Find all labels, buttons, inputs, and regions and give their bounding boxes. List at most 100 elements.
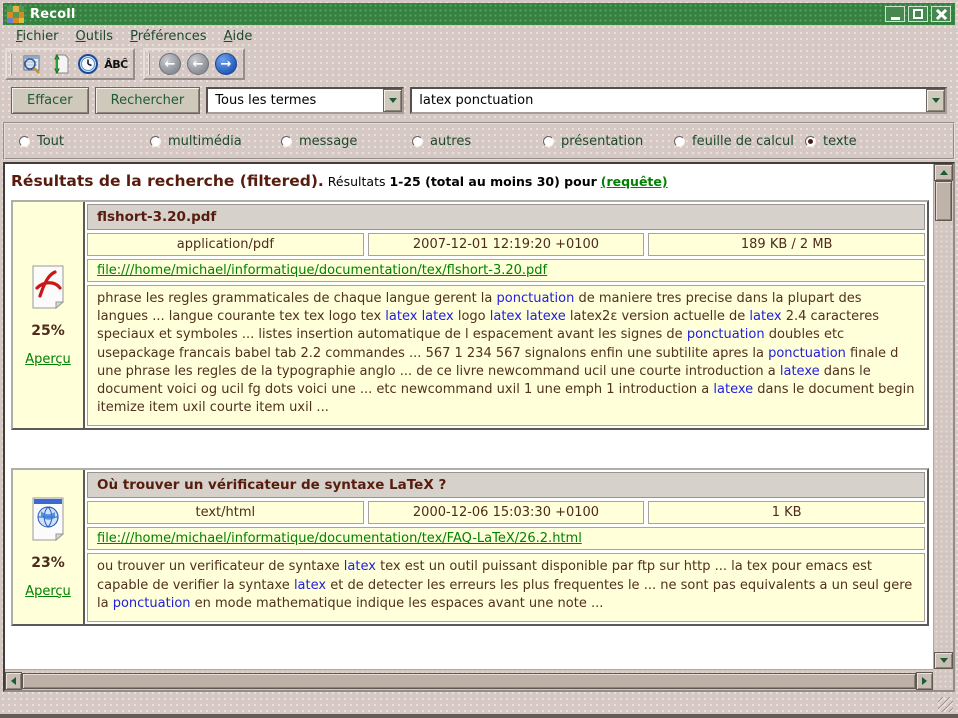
scroll-right-button[interactable] [916,672,933,690]
results-title: Résultats de la recherche (filtered). [11,172,324,190]
vertical-scrollbar-thumb[interactable] [935,181,952,221]
sort-by-date-button[interactable] [75,51,101,77]
filter-tout-label: Tout [37,134,64,149]
filter-texte-label: texte [823,134,857,149]
results-frame: Résultats de la recherche (filtered). Ré… [3,162,955,692]
radio-selected-icon [805,136,816,147]
status-strip [3,692,955,714]
filter-tout[interactable]: Tout [19,134,150,149]
vertical-scrollbar[interactable] [933,164,953,669]
highlighted-term: latex [294,578,326,593]
highlighted-term: ponctuation [497,291,575,306]
query-history-dropdown-button[interactable] [926,89,945,112]
result-date: 2007-12-01 12:19:20 +0100 [368,233,645,256]
minimize-button[interactable] [885,6,905,22]
pdf-file-icon [29,264,67,310]
query-input[interactable]: latex ponctuation [410,87,947,114]
filter-feuille-label: feuille de calcul [692,134,794,149]
result-url-link[interactable]: file:///home/michael/informatique/docume… [97,263,547,278]
scroll-down-button[interactable] [934,652,953,669]
term-explorer-button[interactable]: ÂBĈ [103,51,129,77]
result-card: 25% Aperçu flshort-3.20.pdf application/… [11,200,929,430]
result-snippet: phrase les regles grammaticales de chaqu… [87,285,925,426]
highlighted-term: latex [422,309,454,324]
toolbar: ÂBĈ ← ← → [3,47,955,81]
relevance-percent: 25% [31,323,65,339]
html-file-icon [29,496,67,542]
filter-feuille-de-calcul[interactable]: feuille de calcul [674,134,805,149]
recoll-window: Recoll Fichier Outils Préférences Aide [0,0,958,718]
preview-link[interactable]: Aperçu [25,584,71,599]
result-title: flshort-3.20.pdf [87,204,925,230]
result-meta-row: text/html 2000-12-06 15:03:30 +0100 1 KB [87,501,925,524]
menu-outils[interactable]: Outils [69,27,124,46]
horizontal-scrollbar-thumb[interactable] [22,673,916,689]
scrollbar-corner [933,669,953,690]
next-page-icon: → [215,53,237,75]
result-body: flshort-3.20.pdf application/pdf 2007-12… [85,202,927,428]
first-page-button[interactable]: ← [157,51,183,77]
result-url-link[interactable]: file:///home/michael/informatique/docume… [97,531,582,546]
radio-icon [412,136,423,147]
previous-page-button[interactable]: ← [185,51,211,77]
menu-preferences[interactable]: Préférences [123,27,216,46]
window-bottom-edge [0,714,958,718]
result-body: Où trouver un vérificateur de syntaxe La… [85,470,927,624]
result-side-panel: 25% Aperçu [13,202,85,428]
sort-parameters-button[interactable] [47,51,73,77]
filter-presentation[interactable]: présentation [543,134,674,149]
filter-multimedia[interactable]: multimédia [150,134,281,149]
menu-fichier[interactable]: Fichier [9,27,69,46]
close-button[interactable] [931,6,951,22]
search-mode-dropdown-button[interactable] [383,89,402,112]
filter-autres[interactable]: autres [412,134,543,149]
titlebar: Recoll [3,3,955,25]
close-icon [936,9,947,20]
recoll-logo-icon [7,6,24,23]
highlighted-term: ponctuation [113,596,191,611]
document-preview-icon [21,53,43,75]
menu-aide[interactable]: Aide [217,27,263,46]
highlighted-term: latex [749,309,781,324]
scroll-up-button[interactable] [934,164,953,181]
highlighted-term: latex [344,559,376,574]
resize-grip-icon[interactable] [938,697,953,712]
previous-page-icon: ← [187,53,209,75]
result-url-row: file:///home/michael/informatique/docume… [87,527,925,550]
result-snippet: ou trouver un verificateur de syntaxe la… [87,553,925,622]
clear-button[interactable]: Effacer [11,87,89,114]
toolbar-handle[interactable] [148,53,152,75]
result-size: 1 KB [648,501,925,524]
query-details-link[interactable]: (requête) [601,174,668,189]
radio-icon [150,136,161,147]
horizontal-scrollbar[interactable] [5,669,933,690]
maximize-button[interactable] [908,6,928,22]
preview-link[interactable]: Aperçu [25,352,71,367]
first-page-icon: ← [159,53,181,75]
arrow-right-icon [922,677,927,685]
arrow-down-icon [940,658,948,663]
filter-autres-label: autres [430,134,471,149]
menu-aide-label: ide [232,29,252,44]
toolbar-handle[interactable] [10,53,14,75]
filter-texte[interactable]: texte [805,134,857,149]
window-title: Recoll [30,7,76,22]
next-page-button[interactable]: → [213,51,239,77]
sort-document-icon [49,53,71,75]
filter-message[interactable]: message [281,134,412,149]
search-mode-value: Tous les termes [215,93,316,108]
search-mode-select[interactable]: Tous les termes [206,87,404,114]
highlighted-term: latexe [713,382,753,397]
menubar: Fichier Outils Préférences Aide [3,25,955,47]
chevron-down-icon [932,98,940,103]
result-title: Où trouver un vérificateur de syntaxe La… [87,472,925,498]
menu-preferences-label: références [138,29,207,44]
highlighted-term: latex [490,309,522,324]
document-preview-button[interactable] [19,51,45,77]
maximize-icon [913,9,923,19]
search-button[interactable]: Rechercher [95,87,201,114]
toolbar-group-tools: ÂBĈ [5,48,135,80]
highlighted-term: ponctuation [768,346,846,361]
result-card: 23% Aperçu Où trouver un vérificateur de… [11,468,929,626]
scroll-left-button[interactable] [5,672,22,690]
